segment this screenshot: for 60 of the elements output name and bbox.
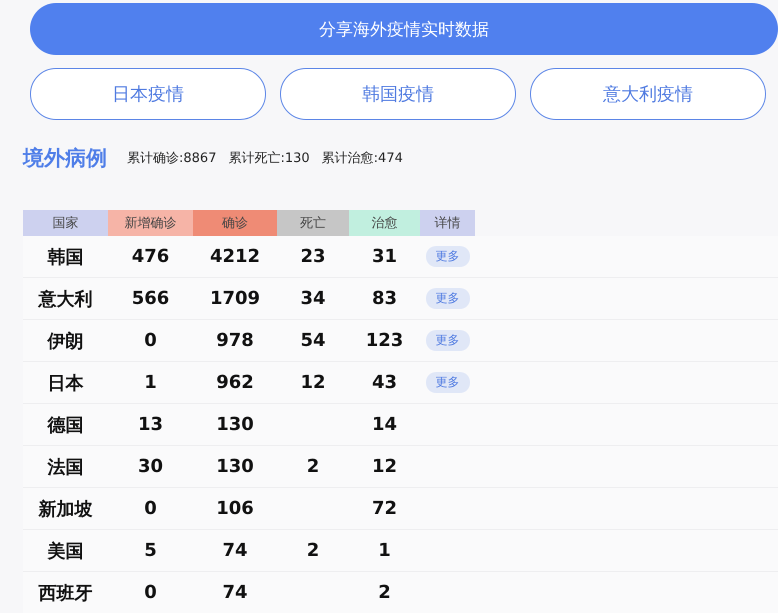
table-cell-text: 54	[299, 329, 327, 353]
country-cell-text: 伊朗	[46, 330, 84, 354]
column-header: 国家	[23, 210, 108, 236]
country-cell-text: 西班牙	[38, 582, 94, 606]
table-cell-text: 72	[370, 497, 398, 521]
country-cell-text: 德国	[46, 414, 84, 438]
table-cell-text: 5	[143, 539, 158, 563]
table-cell-text: 74	[221, 581, 249, 605]
table-cell-text: 123	[364, 329, 404, 353]
table-cell-text: 74	[221, 539, 249, 563]
region-tab[interactable]: 意大利疫情	[530, 68, 766, 120]
column-header: 详情	[420, 210, 475, 236]
more-button[interactable]: 更多	[426, 330, 470, 351]
table-cell-text: 962	[215, 371, 255, 395]
table-cell-text: 106	[215, 497, 255, 521]
table-cell-text: 2	[306, 455, 320, 479]
table-cell-text: 83	[370, 287, 398, 311]
country-cell-text: 日本	[46, 372, 84, 396]
table-cell-text: 0	[143, 329, 158, 353]
table-cell-text: 12	[299, 371, 327, 395]
more-button[interactable]: 更多	[426, 246, 470, 267]
section-title: 境外病例	[23, 145, 107, 172]
table-cell-text: 31	[370, 245, 398, 269]
region-tab[interactable]: 日本疫情	[30, 68, 266, 120]
column-header: 确诊	[193, 210, 277, 236]
country-cell-text: 法国	[46, 456, 84, 480]
table-cell-text: 4212	[208, 245, 262, 269]
more-button[interactable]: 更多	[426, 288, 470, 309]
column-header: 死亡	[277, 210, 349, 236]
table-cell-text: 566	[130, 287, 170, 311]
more-button[interactable]: 更多	[426, 372, 470, 393]
table-cell-text: 34	[299, 287, 327, 311]
share-button[interactable]: 分享海外疫情实时数据	[30, 3, 778, 55]
region-tab[interactable]: 韩国疫情	[280, 68, 516, 120]
country-cell-text: 美国	[46, 540, 84, 564]
table-cell-text: 30	[136, 455, 164, 479]
table-cell-text: 1	[143, 371, 158, 395]
stat-text: 累计死亡:130	[228, 150, 310, 167]
table-cell-text: 130	[215, 413, 255, 437]
table-cell-text: 978	[215, 329, 255, 353]
table-cell-text: 14	[370, 413, 398, 437]
table-cell-text: 13	[136, 413, 164, 437]
country-cell-text: 韩国	[46, 246, 84, 270]
table-cell-text: 476	[130, 245, 170, 269]
table-cell-text: 0	[143, 581, 158, 605]
table-cell-text: 2	[377, 581, 392, 605]
table-cell-text: 0	[143, 497, 158, 521]
table-cell-text: 1	[377, 539, 392, 563]
table-cell-text: 130	[215, 455, 255, 479]
country-cell-text: 意大利	[37, 288, 94, 312]
table-cell-text: 12	[370, 455, 398, 479]
table-cell-text: 1709	[208, 287, 262, 311]
table-cell-text: 23	[299, 245, 327, 269]
stat-text: 累计治愈:474	[322, 150, 403, 167]
table-cell-text: 43	[370, 371, 398, 395]
column-header: 治愈	[349, 210, 420, 236]
country-cell-text: 新加坡	[37, 498, 94, 522]
column-header: 新增确诊	[108, 210, 193, 236]
stat-text: 累计确诊:8867	[127, 150, 216, 167]
table-cell-text: 2	[306, 539, 320, 563]
